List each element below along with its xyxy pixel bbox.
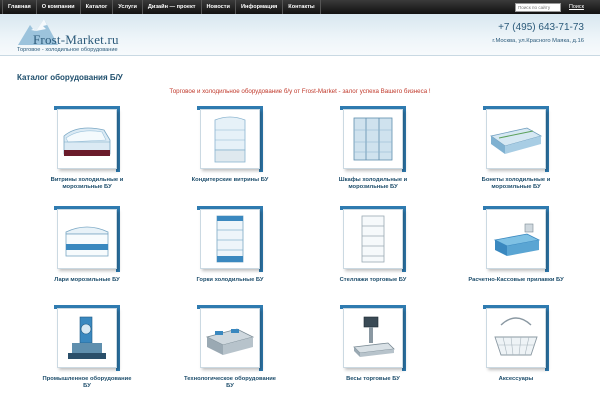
category-card[interactable]: Стеллажи торговые БУ <box>313 206 433 284</box>
category-label: Шкафы холодильные и морозильные БУ <box>338 177 408 190</box>
basket-icon <box>494 317 538 356</box>
catalog-grid: Витрины холодильные и морозильные БУ Кон… <box>0 0 600 400</box>
category-label: Стеллажи торговые БУ <box>339 277 407 283</box>
category-card[interactable]: Аксессуары <box>456 305 576 383</box>
category-card[interactable]: Промышленное оборудование БУ <box>27 305 147 390</box>
shelving-icon <box>361 215 385 263</box>
category-label: Кондитерские витрины БУ <box>191 177 269 183</box>
category-label: Расчетно-Кассовые прилавки БУ <box>468 277 564 283</box>
category-card[interactable]: Лари морозильные БУ <box>27 206 147 284</box>
category-card[interactable]: Кондитерские витрины БУ <box>170 106 290 184</box>
category-label: Горки холодильные БУ <box>196 277 264 283</box>
open-fridge-icon <box>216 215 244 263</box>
category-card[interactable]: Бонеты холодильные и морозильные БУ <box>456 106 576 191</box>
category-card[interactable]: Витрины холодильные и морозильные БУ <box>27 106 147 191</box>
category-label: Аксессуары <box>498 376 534 382</box>
category-label: Бонеты холодильные и морозильные БУ <box>481 177 551 190</box>
industrial-machine-icon <box>68 316 106 359</box>
category-card[interactable]: Шкафы холодильные и морозильные БУ <box>313 106 433 191</box>
category-label: Технологическое оборудование БУ <box>183 376 276 389</box>
kitchen-equipment-icon <box>205 328 255 355</box>
category-card[interactable]: Расчетно-Кассовые прилавки БУ <box>456 206 576 284</box>
category-label: Промышленное оборудование БУ <box>42 376 132 389</box>
display-case-icon <box>63 127 111 156</box>
category-card[interactable]: Горки холодильные БУ <box>170 206 290 284</box>
pastry-display-icon <box>214 116 246 163</box>
category-card[interactable]: Технологическое оборудование БУ <box>170 305 290 390</box>
scales-icon <box>353 316 395 357</box>
checkout-counter-icon <box>493 223 541 256</box>
fridge-cabinet-icon <box>353 117 393 161</box>
chest-freezer-icon <box>65 226 109 257</box>
category-label: Лари морозильные БУ <box>54 277 120 283</box>
category-label: Витрины холодильные и морозильные БУ <box>50 177 124 190</box>
island-freezer-icon <box>490 127 543 154</box>
category-label: Весы торговые БУ <box>346 376 400 382</box>
category-card[interactable]: Весы торговые БУ <box>313 305 433 383</box>
